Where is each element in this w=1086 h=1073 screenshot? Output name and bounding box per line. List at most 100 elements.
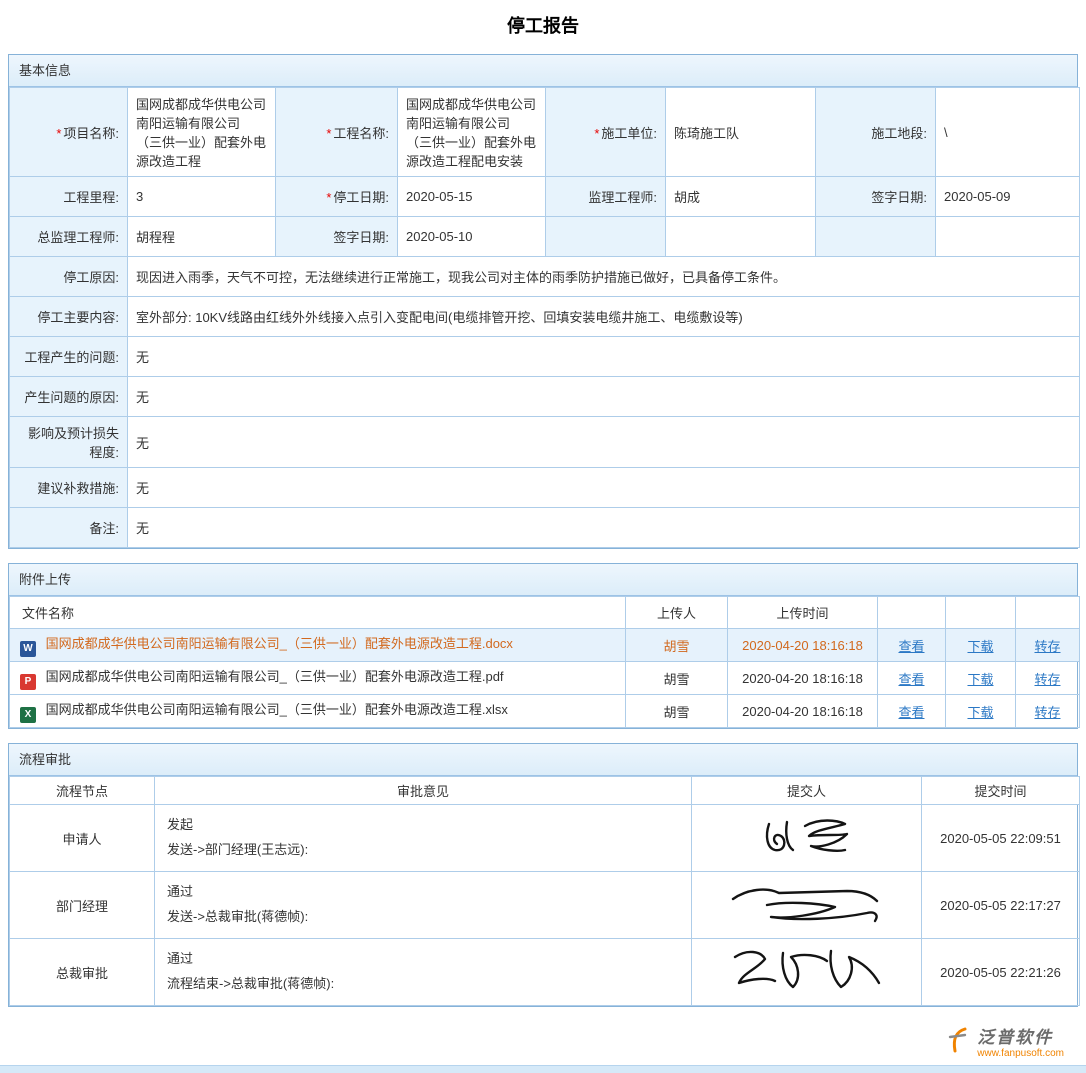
stop-reason-label: 停工原因: — [10, 257, 128, 297]
pdf-file-icon: P — [20, 674, 36, 690]
uploader-cell: 胡雪 — [626, 662, 728, 695]
submit-time-cell: 2020-05-05 22:21:26 — [922, 939, 1080, 1006]
attachments-section-title: 附件上传 — [9, 564, 1077, 596]
opinion-line-1: 通过 — [167, 947, 679, 972]
opinion-line-2: 发送->部门经理(王志远): — [167, 838, 679, 863]
uploader-cell: 胡雪 — [626, 695, 728, 728]
empty-header — [878, 597, 946, 629]
approvals-section-title: 流程审批 — [9, 744, 1077, 776]
engineering-name-value: 国网成都成华供电公司南阳运输有限公司 （三供一业）配套外电源改造工程配电安装 — [398, 88, 546, 177]
view-link[interactable]: 查看 — [898, 672, 924, 687]
stop-main-content-value: 室外部分: 10KV线路由红线外外线接入点引入变配电间(电缆排管开挖、回填安装电… — [128, 297, 1080, 337]
node-cell: 总裁审批 — [10, 939, 155, 1006]
approvals-section: 流程审批 流程节点 审批意见 提交人 提交时间 申请人 发起 发送->部门经理(… — [8, 743, 1078, 1007]
stop-date-label: *停工日期: — [276, 177, 398, 217]
table-row: 备注: 无 — [10, 508, 1080, 548]
empty-cell — [936, 217, 1080, 257]
remedial-measures-value: 无 — [128, 468, 1080, 508]
table-row: 总监理工程师: 胡程程 签字日期: 2020-05-10 — [10, 217, 1080, 257]
chief-supervision-engineer-value: 胡程程 — [128, 217, 276, 257]
file-name-link[interactable]: 国网成都成华供电公司南阳运输有限公司_（三供一业）配套外电源改造工程.docx — [46, 636, 513, 651]
table-row: 总裁审批 通过 流程结束->总裁审批(蒋德帧): 2020-05-05 22:2… — [10, 939, 1080, 1006]
chief-supervision-engineer-label: 总监理工程师: — [10, 217, 128, 257]
upload-time-header: 上传时间 — [728, 597, 878, 629]
view-link[interactable]: 查看 — [898, 705, 924, 720]
opinion-line-1: 通过 — [167, 880, 679, 905]
submit-time-cell: 2020-05-05 22:09:51 — [922, 805, 1080, 872]
sign-date-1-value: 2020-05-09 — [936, 177, 1080, 217]
problem-causes-label: 产生问题的原因: — [10, 377, 128, 417]
table-row: P 国网成都成华供电公司南阳运输有限公司_（三供一业）配套外电源改造工程.pdf… — [10, 662, 1080, 695]
opinion-line-2: 流程结束->总裁审批(蒋德帧): — [167, 972, 679, 997]
download-link[interactable]: 下载 — [967, 639, 993, 654]
table-row: 申请人 发起 发送->部门经理(王志远): 2020-05-05 22:09:5… — [10, 805, 1080, 872]
node-cell: 部门经理 — [10, 872, 155, 939]
opinion-line-1: 发起 — [167, 813, 679, 838]
remark-value: 无 — [128, 508, 1080, 548]
construction-section-value: \ — [936, 88, 1080, 177]
engineering-name-label: *工程名称: — [276, 88, 398, 177]
uploader-cell: 胡雪 — [626, 629, 728, 662]
impact-loss-label: 影响及预计损失程度: — [10, 417, 128, 468]
supervision-engineer-label: 监理工程师: — [546, 177, 666, 217]
page-title: 停工报告 — [8, 6, 1078, 54]
project-mileage-label: 工程里程: — [10, 177, 128, 217]
attachments-table: 文件名称 上传人 上传时间 W 国网成都成华供电公司南阳运输有限公司_（三供一业… — [9, 596, 1080, 728]
upload-time-cell: 2020-04-20 18:16:18 — [728, 695, 878, 728]
empty-cell — [666, 217, 816, 257]
approvals-header-row: 流程节点 审批意见 提交人 提交时间 — [10, 777, 1080, 805]
bottom-bar — [0, 1065, 1086, 1073]
table-row: X 国网成都成华供电公司南阳运输有限公司_（三供一业）配套外电源改造工程.xls… — [10, 695, 1080, 728]
fanpu-logo-icon — [945, 1026, 971, 1057]
table-row: 部门经理 通过 发送->总裁审批(蒋德帧): 2020-05-05 22:17:… — [10, 872, 1080, 939]
signature-image — [727, 943, 887, 998]
transfer-link[interactable]: 转存 — [1034, 672, 1060, 687]
impact-loss-value: 无 — [128, 417, 1080, 468]
sign-date-2-label: 签字日期: — [276, 217, 398, 257]
upload-time-cell: 2020-04-20 18:16:18 — [728, 629, 878, 662]
project-mileage-value: 3 — [128, 177, 276, 217]
submitter-header: 提交人 — [692, 777, 922, 805]
footer-logo: 泛普软件 www.fanpusoft.com — [8, 1021, 1078, 1065]
node-header: 流程节点 — [10, 777, 155, 805]
table-row: 建议补救措施: 无 — [10, 468, 1080, 508]
stop-main-content-label: 停工主要内容: — [10, 297, 128, 337]
project-name-value: 国网成都成华供电公司南阳运输有限公司 （三供一业）配套外电源改造工程 — [128, 88, 276, 177]
transfer-link[interactable]: 转存 — [1034, 639, 1060, 654]
required-marker: * — [326, 190, 331, 205]
download-link[interactable]: 下载 — [967, 672, 993, 687]
brand-name: 泛普软件 — [977, 1023, 1064, 1048]
empty-cell — [816, 217, 936, 257]
empty-cell — [546, 217, 666, 257]
problem-causes-value: 无 — [128, 377, 1080, 417]
opinion-line-2: 发送->总裁审批(蒋德帧): — [167, 905, 679, 930]
basic-info-section: 基本信息 *项目名称: 国网成都成华供电公司南阳运输有限公司 （三供一业）配套外… — [8, 54, 1078, 549]
table-row: 停工原因: 现因进入雨季，天气不可控，无法继续进行正常施工，现我公司对主体的雨季… — [10, 257, 1080, 297]
submit-time-header: 提交时间 — [922, 777, 1080, 805]
remedial-measures-label: 建议补救措施: — [10, 468, 128, 508]
basic-info-table: *项目名称: 国网成都成华供电公司南阳运输有限公司 （三供一业）配套外电源改造工… — [9, 87, 1080, 548]
node-cell: 申请人 — [10, 805, 155, 872]
table-row: 工程里程: 3 *停工日期: 2020-05-15 监理工程师: 胡成 签字日期… — [10, 177, 1080, 217]
file-name-link[interactable]: 国网成都成华供电公司南阳运输有限公司_（三供一业）配套外电源改造工程.xlsx — [46, 702, 508, 717]
empty-header — [1016, 597, 1080, 629]
site-url[interactable]: www.fanpusoft.com — [977, 1048, 1064, 1059]
project-problems-value: 无 — [128, 337, 1080, 377]
view-link[interactable]: 查看 — [898, 639, 924, 654]
supervision-engineer-value: 胡成 — [666, 177, 816, 217]
transfer-link[interactable]: 转存 — [1034, 705, 1060, 720]
download-link[interactable]: 下载 — [967, 705, 993, 720]
signature-image — [757, 814, 857, 860]
excel-file-icon: X — [20, 707, 36, 723]
file-name-header: 文件名称 — [10, 597, 626, 629]
construction-unit-label: *施工单位: — [546, 88, 666, 177]
construction-unit-value: 陈琦施工队 — [666, 88, 816, 177]
required-marker: * — [56, 126, 61, 141]
file-name-link[interactable]: 国网成都成华供电公司南阳运输有限公司_（三供一业）配套外电源改造工程.pdf — [46, 669, 504, 684]
table-row: W 国网成都成华供电公司南阳运输有限公司_（三供一业）配套外电源改造工程.doc… — [10, 629, 1080, 662]
project-name-label: *项目名称: — [10, 88, 128, 177]
approvals-table: 流程节点 审批意见 提交人 提交时间 申请人 发起 发送->部门经理(王志远):… — [9, 776, 1080, 1006]
signature-image — [727, 879, 887, 929]
table-row: 工程产生的问题: 无 — [10, 337, 1080, 377]
opinion-header: 审批意见 — [155, 777, 692, 805]
